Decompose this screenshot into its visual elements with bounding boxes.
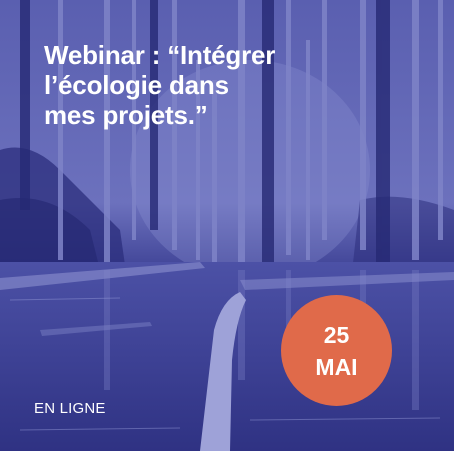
title-line-2: l’écologie dans bbox=[44, 70, 229, 100]
webinar-title: Webinar : “Intégrer l’écologie dans mes … bbox=[44, 40, 344, 130]
date-badge: 25 MAI bbox=[281, 295, 392, 406]
event-mode-label: EN LIGNE bbox=[34, 400, 106, 417]
title-line-1: Webinar : “Intégrer bbox=[44, 40, 276, 70]
date-day: 25 bbox=[323, 321, 350, 348]
date-month: MAI bbox=[315, 353, 358, 380]
webinar-poster: Webinar : “Intégrer l’écologie dans mes … bbox=[0, 0, 454, 451]
title-line-3: mes projets.” bbox=[44, 100, 208, 130]
